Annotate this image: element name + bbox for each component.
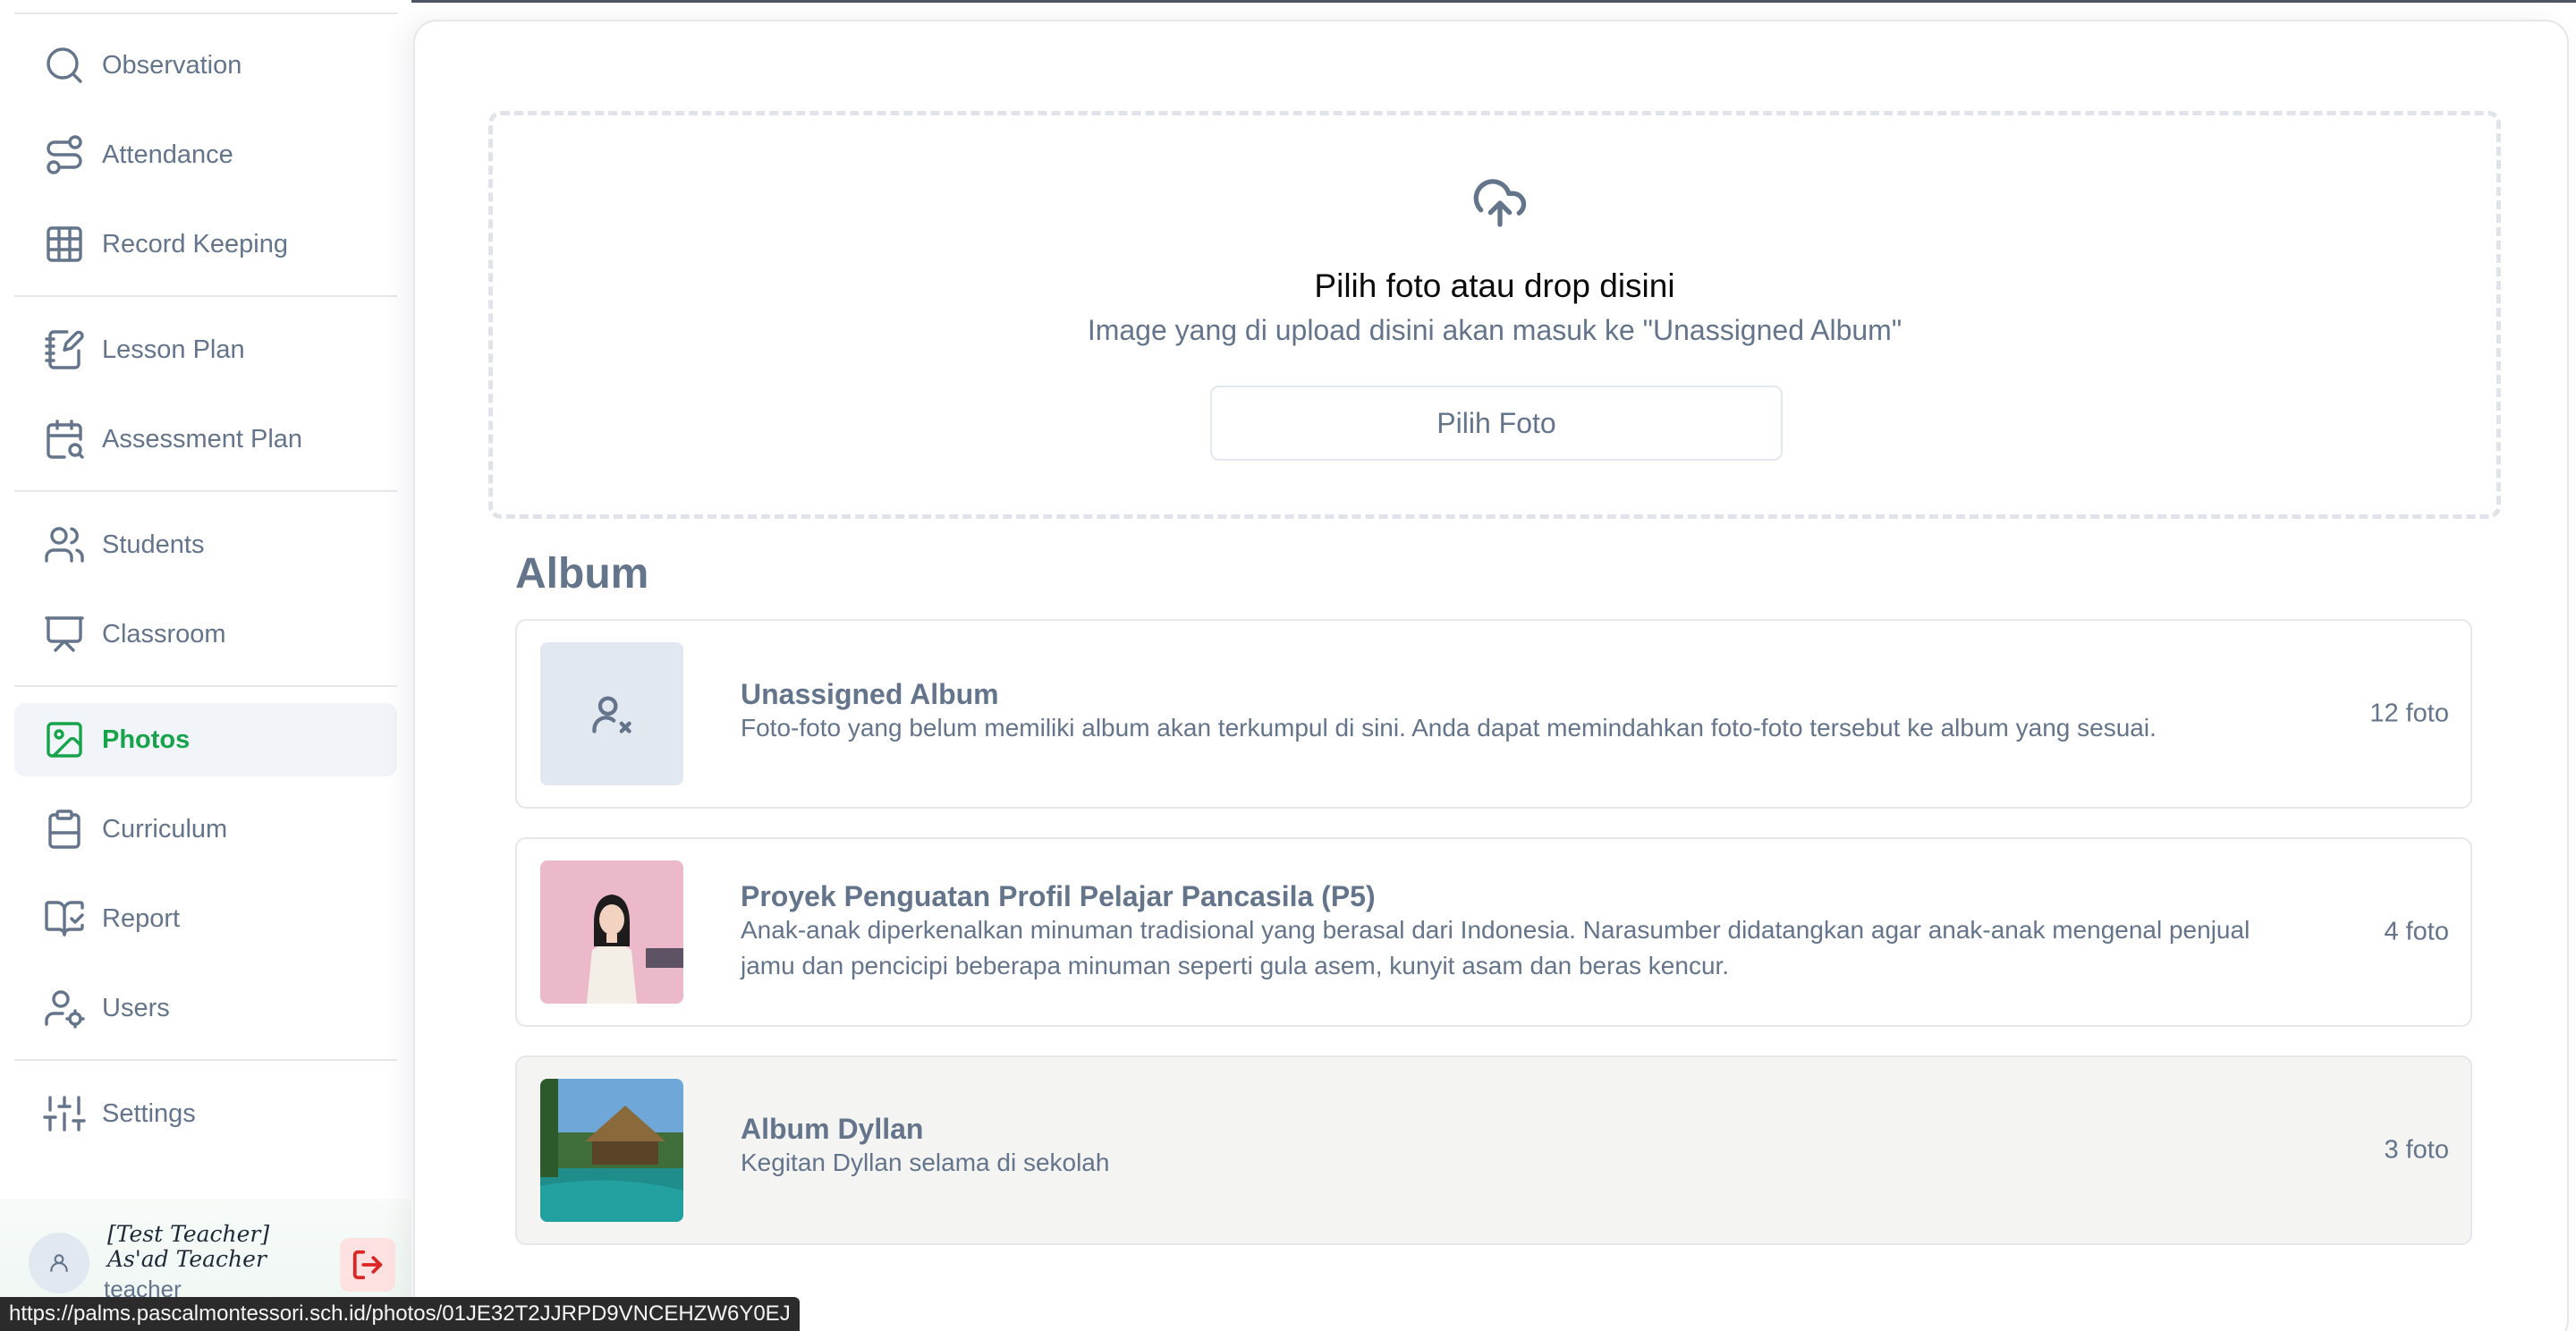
sidebar: Observation Attendance Record Keeping Le… bbox=[0, 0, 411, 1331]
photo-girl-image bbox=[540, 860, 683, 1004]
sidebar-item-photos[interactable]: Photos bbox=[14, 703, 397, 776]
album-heading: Album bbox=[515, 550, 649, 598]
sidebar-item-record-keeping[interactable]: Record Keeping bbox=[14, 208, 397, 281]
sidebar-item-observation[interactable]: Observation bbox=[14, 29, 397, 102]
sidebar-item-label: Photos bbox=[102, 725, 191, 754]
logout-button[interactable] bbox=[340, 1238, 395, 1292]
sidebar-divider bbox=[14, 295, 397, 297]
photo-dropzone[interactable]: Pilih foto atau drop disini Image yang d… bbox=[488, 111, 2501, 519]
sidebar-item-classroom[interactable]: Classroom bbox=[14, 598, 397, 671]
sidebar-item-label: Attendance bbox=[102, 140, 233, 169]
clipboard-icon bbox=[43, 808, 86, 851]
album-title: Unassigned Album bbox=[741, 678, 999, 710]
user-name: [Test Teacher] As'ad Teacher bbox=[107, 1221, 270, 1272]
sidebar-item-students[interactable]: Students bbox=[14, 508, 397, 581]
album-photo-count: 12 foto bbox=[2369, 699, 2449, 728]
main-panel: Pilih foto atau drop disini Image yang d… bbox=[413, 20, 2569, 1331]
sidebar-item-users[interactable]: Users bbox=[14, 971, 397, 1045]
route-icon bbox=[43, 133, 86, 176]
album-photo-count: 4 foto bbox=[2384, 917, 2449, 946]
calendar-search-icon bbox=[43, 418, 86, 461]
book-open-check-icon bbox=[43, 897, 86, 940]
link-preview-statusbar: https://palms.pascalmontessori.sch.id/ph… bbox=[0, 1297, 800, 1331]
search-icon bbox=[43, 44, 86, 87]
photo-resort-image bbox=[540, 1079, 683, 1222]
choose-photo-button[interactable]: Pilih Foto bbox=[1210, 386, 1783, 461]
album-description: Anak-anak diperkenalkan minuman tradisio… bbox=[741, 916, 2250, 979]
sidebar-item-label: Curriculum bbox=[102, 814, 228, 844]
sidebar-item-lesson-plan[interactable]: Lesson Plan bbox=[14, 313, 397, 386]
sidebar-item-label: Record Keeping bbox=[102, 229, 288, 259]
album-thumbnail bbox=[540, 642, 683, 785]
sidebar-item-label: Students bbox=[102, 530, 205, 559]
user-x-icon bbox=[592, 696, 631, 733]
sidebar-item-settings[interactable]: Settings bbox=[14, 1077, 397, 1150]
sidebar-item-label: Observation bbox=[102, 50, 242, 80]
album-card-dyllan[interactable]: Album Dyllan Kegitan Dyllan selama di se… bbox=[515, 1055, 2472, 1245]
album-photo-count: 3 foto bbox=[2384, 1135, 2449, 1165]
sidebar-top-divider bbox=[14, 13, 397, 14]
sidebar-item-label: Classroom bbox=[102, 619, 226, 649]
album-description: Foto-foto yang belum memiliki album akan… bbox=[741, 714, 2157, 742]
sidebar-item-attendance[interactable]: Attendance bbox=[14, 118, 397, 191]
dropzone-subtitle: Image yang di upload disini akan masuk k… bbox=[1087, 314, 1902, 346]
sidebar-item-label: Assessment Plan bbox=[102, 424, 303, 454]
album-title: Album Dyllan bbox=[741, 1113, 924, 1145]
sidebar-divider bbox=[14, 1059, 397, 1061]
sidebar-item-curriculum[interactable]: Curriculum bbox=[14, 793, 397, 866]
cloud-upload-icon bbox=[1471, 174, 1529, 232]
user-icon bbox=[50, 1254, 68, 1272]
notebook-pen-icon bbox=[43, 328, 86, 371]
grid-icon bbox=[43, 223, 86, 266]
album-card-p5[interactable]: Proyek Penguatan Profil Pelajar Pancasil… bbox=[515, 837, 2472, 1027]
dropzone-title: Pilih foto atau drop disini bbox=[1314, 267, 1675, 304]
sidebar-divider bbox=[14, 685, 397, 687]
album-thumbnail bbox=[540, 860, 683, 1004]
sidebar-item-label: Lesson Plan bbox=[102, 335, 245, 364]
users-icon bbox=[43, 523, 86, 566]
sidebar-item-assessment-plan[interactable]: Assessment Plan bbox=[14, 403, 397, 476]
album-thumbnail bbox=[540, 1079, 683, 1222]
album-title: Proyek Penguatan Profil Pelajar Pancasil… bbox=[741, 880, 1376, 912]
sliders-icon bbox=[43, 1092, 86, 1135]
album-card-unassigned[interactable]: Unassigned Album Foto-foto yang belum me… bbox=[515, 619, 2472, 809]
sidebar-item-report[interactable]: Report bbox=[14, 882, 397, 955]
presentation-icon bbox=[43, 613, 86, 656]
sidebar-divider bbox=[14, 490, 397, 492]
sidebar-item-label: Report bbox=[102, 903, 181, 933]
sidebar-item-label: Users bbox=[102, 993, 170, 1022]
sidebar-item-label: Settings bbox=[102, 1098, 196, 1128]
album-description: Kegitan Dyllan selama di sekolah bbox=[741, 1149, 1110, 1176]
user-cog-icon bbox=[43, 987, 86, 1030]
avatar[interactable] bbox=[29, 1233, 89, 1293]
image-icon bbox=[43, 718, 86, 761]
logout-icon bbox=[352, 1250, 383, 1280]
